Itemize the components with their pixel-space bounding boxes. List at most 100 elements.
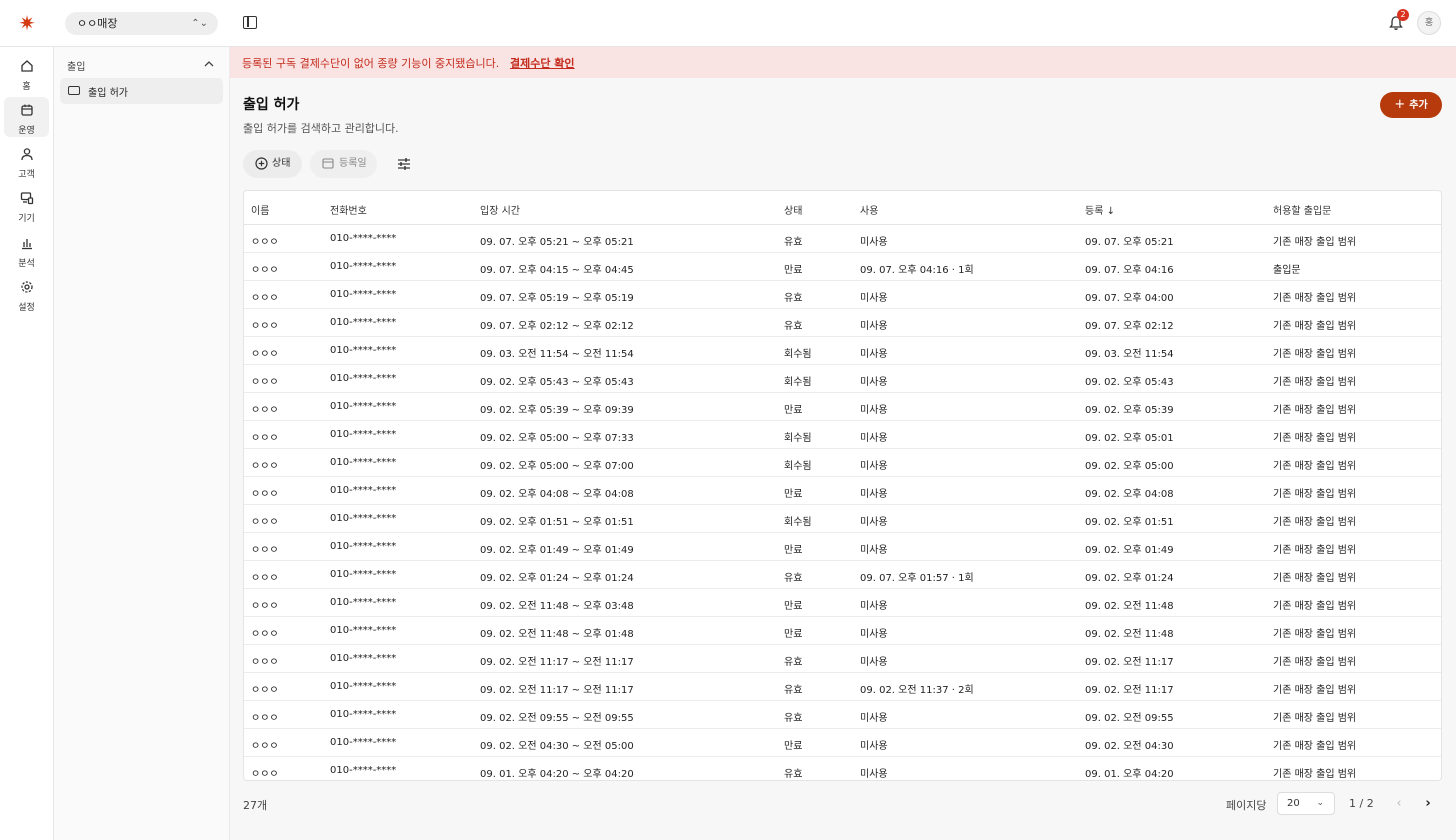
filter-settings-icon[interactable] — [397, 157, 411, 171]
table-row[interactable]: ㅇㅇㅇ 010-****-**** 09. 02. 오전 11:17 ~ 오전 11… — [244, 673, 1441, 701]
chevron-up-icon[interactable] — [204, 60, 214, 68]
logo-icon[interactable]: ✷ — [17, 13, 37, 33]
store-selector[interactable]: ㅇㅇ매장 ⌃⌄ — [65, 12, 218, 35]
table-row[interactable]: ㅇㅇㅇ 010-****-**** 09. 03. 오전 11:54 ~ 오전 11… — [244, 337, 1441, 365]
table-row[interactable]: ㅇㅇㅇ 010-****-**** 09. 02. 오전 09:55 ~ 오전 09… — [244, 701, 1441, 729]
table-row[interactable]: ㅇㅇㅇ 010-****-**** 09. 01. 오후 04:20 ~ 오후 04… — [244, 757, 1441, 780]
chevron-up-down-icon: ⌃⌄ — [191, 18, 208, 29]
cell-registered: 09. 02. 오전 09:55 — [1085, 713, 1174, 724]
submenu-item-access-permit[interactable]: 출입 허가 — [60, 78, 223, 104]
cell-registered: 09. 02. 오후 05:00 — [1085, 461, 1174, 472]
rail-item-analytics[interactable]: 분석 — [4, 230, 49, 270]
column-usage[interactable]: 사용 — [860, 202, 878, 217]
ticket-icon — [68, 86, 80, 95]
table-row[interactable]: ㅇㅇㅇ 010-****-**** 09. 02. 오후 01:51 ~ 오후 01… — [244, 505, 1441, 533]
cell-usage: 미사용 — [860, 601, 888, 612]
cell-name: ㅇㅇㅇ — [251, 433, 279, 444]
cell-name: ㅇㅇㅇ — [251, 629, 279, 640]
rail-label-device: 기기 — [18, 214, 35, 224]
table-row[interactable]: ㅇㅇㅇ 010-****-**** 09. 02. 오후 01:24 ~ 오후 01… — [244, 561, 1441, 589]
submenu-section-title[interactable]: 출입 — [67, 58, 217, 73]
cell-allowed-doors: 기존 매장 출입 범위 — [1273, 433, 1357, 444]
cell-name: ㅇㅇㅇ — [251, 321, 279, 332]
bar-chart-icon — [22, 239, 32, 250]
chevron-right-icon: › — [1425, 796, 1431, 811]
cell-phone: 010-****-**** — [330, 373, 397, 384]
cell-usage: 09. 07. 오후 01:57 · 1회 — [860, 573, 974, 584]
cell-phone: 010-****-**** — [330, 709, 397, 720]
cell-status: 유효 — [784, 657, 803, 668]
table-row[interactable]: ㅇㅇㅇ 010-****-**** 09. 02. 오전 11:48 ~ 오후 01… — [244, 617, 1441, 645]
cell-entry-time: 09. 01. 오후 04:20 ~ 오후 04:20 — [480, 769, 634, 780]
cell-entry-time: 09. 02. 오전 11:17 ~ 오전 11:17 — [480, 685, 634, 696]
rail-item-customer[interactable]: 고객 — [4, 141, 49, 181]
cell-entry-time: 09. 02. 오후 05:39 ~ 오후 09:39 — [480, 405, 634, 416]
cell-registered: 09. 02. 오후 04:08 — [1085, 489, 1174, 500]
cell-phone: 010-****-**** — [330, 737, 397, 748]
column-phone[interactable]: 전화번호 — [330, 202, 367, 217]
cell-usage: 미사용 — [860, 377, 888, 388]
avatar[interactable]: 홍 — [1417, 11, 1441, 35]
cell-entry-time: 09. 03. 오전 11:54 ~ 오전 11:54 — [480, 349, 634, 360]
column-entry-time[interactable]: 입장 시간 — [480, 202, 520, 217]
table-row[interactable]: ㅇㅇㅇ 010-****-**** 09. 02. 오전 11:48 ~ 오후 03… — [244, 589, 1441, 617]
table-row[interactable]: ㅇㅇㅇ 010-****-**** 09. 02. 오후 05:00 ~ 오후 07… — [244, 449, 1441, 477]
payment-method-link[interactable]: 결제수단 확인 — [510, 55, 575, 71]
devices-icon — [20, 192, 34, 205]
cell-allowed-doors: 기존 매장 출입 범위 — [1273, 741, 1357, 752]
cell-registered: 09. 03. 오전 11:54 — [1085, 349, 1174, 360]
table-row[interactable]: ㅇㅇㅇ 010-****-**** 09. 07. 오후 05:19 ~ 오후 05… — [244, 281, 1441, 309]
store-name: ㅇㅇ매장 — [77, 17, 118, 30]
cell-name: ㅇㅇㅇ — [251, 517, 279, 528]
rail-item-home[interactable]: 홈 — [4, 53, 49, 93]
cell-name: ㅇㅇㅇ — [251, 657, 279, 668]
cell-allowed-doors: 기존 매장 출입 범위 — [1273, 545, 1357, 556]
rail-item-ops[interactable]: 운영 — [4, 97, 49, 137]
table-row[interactable]: ㅇㅇㅇ 010-****-**** 09. 02. 오후 05:00 ~ 오후 07… — [244, 421, 1441, 449]
table-row[interactable]: ㅇㅇㅇ 010-****-**** 09. 07. 오후 02:12 ~ 오후 02… — [244, 309, 1441, 337]
result-count: 27개 — [243, 799, 268, 812]
cell-registered: 09. 02. 오전 11:48 — [1085, 629, 1174, 640]
billing-alert-banner: 등록된 구독 결제수단이 없어 종량 기능이 중지됐습니다. 결제수단 확인 — [230, 47, 1456, 78]
cell-status: 만료 — [784, 265, 803, 276]
table-row[interactable]: ㅇㅇㅇ 010-****-**** 09. 07. 오후 05:21 ~ 오후 05… — [244, 225, 1441, 253]
cell-allowed-doors: 기존 매장 출입 범위 — [1273, 489, 1357, 500]
date-filter-chip[interactable]: 등록일 — [310, 150, 377, 178]
cell-allowed-doors: 기존 매장 출입 범위 — [1273, 517, 1357, 528]
sidebar-toggle-icon[interactable] — [243, 16, 257, 29]
cell-phone: 010-****-**** — [330, 765, 397, 776]
table-row[interactable]: ㅇㅇㅇ 010-****-**** 09. 02. 오전 11:17 ~ 오전 11… — [244, 645, 1441, 673]
next-page-button[interactable]: › — [1419, 795, 1437, 813]
column-name[interactable]: 이름 — [251, 202, 269, 217]
alert-message: 등록된 구독 결제수단이 없어 종량 기능이 중지됐습니다. — [242, 57, 500, 70]
rail-item-device[interactable]: 기기 — [4, 185, 49, 225]
cell-name: ㅇㅇㅇ — [251, 489, 279, 500]
cell-phone: 010-****-**** — [330, 485, 397, 496]
cell-registered: 09. 02. 오후 05:39 — [1085, 405, 1174, 416]
cell-usage: 미사용 — [860, 657, 888, 668]
column-registered[interactable]: 등록 ↓ — [1085, 202, 1115, 217]
cell-allowed-doors: 기존 매장 출입 범위 — [1273, 377, 1357, 388]
cell-name: ㅇㅇㅇ — [251, 349, 279, 360]
per-page-select[interactable]: 20 ⌄ — [1277, 792, 1335, 815]
table-row[interactable]: ㅇㅇㅇ 010-****-**** 09. 02. 오후 05:43 ~ 오후 05… — [244, 365, 1441, 393]
column-allowed-doors[interactable]: 허용할 출입문 — [1273, 202, 1331, 217]
cell-entry-time: 09. 02. 오후 01:51 ~ 오후 01:51 — [480, 517, 634, 528]
cell-usage: 미사용 — [860, 349, 888, 360]
column-status[interactable]: 상태 — [784, 202, 802, 217]
table-row[interactable]: ㅇㅇㅇ 010-****-**** 09. 07. 오후 04:15 ~ 오후 04… — [244, 253, 1441, 281]
table-row[interactable]: ㅇㅇㅇ 010-****-**** 09. 02. 오후 01:49 ~ 오후 01… — [244, 533, 1441, 561]
prev-page-button[interactable]: ‹ — [1390, 795, 1408, 813]
table-row[interactable]: ㅇㅇㅇ 010-****-**** 09. 02. 오후 05:39 ~ 오후 09… — [244, 393, 1441, 421]
add-button[interactable]: + 추가 — [1380, 92, 1442, 118]
rail-item-settings[interactable]: 설정 — [4, 274, 49, 314]
status-filter-chip[interactable]: 상태 — [243, 150, 302, 178]
table-row[interactable]: ㅇㅇㅇ 010-****-**** 09. 02. 오후 04:08 ~ 오후 04… — [244, 477, 1441, 505]
page-info: 1 / 2 — [1349, 797, 1374, 810]
cell-name: ㅇㅇㅇ — [251, 685, 279, 696]
cell-usage: 미사용 — [860, 629, 888, 640]
calendar-icon — [322, 158, 334, 169]
table-row[interactable]: ㅇㅇㅇ 010-****-**** 09. 02. 오전 04:30 ~ 오전 05… — [244, 729, 1441, 757]
cell-status: 회수됨 — [784, 433, 812, 444]
cell-phone: 010-****-**** — [330, 625, 397, 636]
